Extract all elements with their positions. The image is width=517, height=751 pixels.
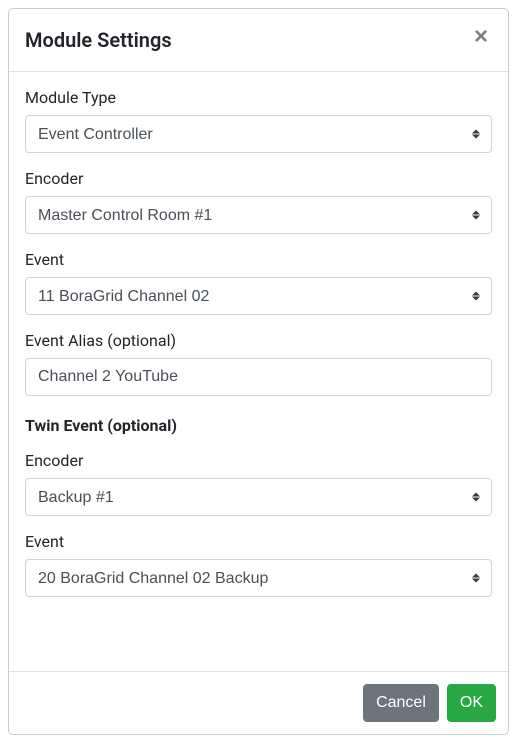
module-type-select[interactable]: Event Controller (25, 115, 492, 153)
cancel-button[interactable]: Cancel (363, 684, 439, 722)
twin-event-group: Event 20 BoraGrid Channel 02 Backup (25, 532, 492, 597)
event-alias-input[interactable] (25, 358, 492, 396)
event-group: Event 11 BoraGrid Channel 02 (25, 250, 492, 315)
modal-title: Module Settings (25, 25, 172, 55)
twin-event-title: Twin Event (optional) (25, 416, 492, 435)
encoder-label: Encoder (25, 169, 492, 188)
encoder-group: Encoder Master Control Room #1 (25, 169, 492, 234)
event-label: Event (25, 250, 492, 269)
modal-header: Module Settings × (9, 9, 508, 72)
module-type-label: Module Type (25, 88, 492, 107)
twin-event-select-wrapper: 20 BoraGrid Channel 02 Backup (25, 559, 492, 597)
encoder-select-wrapper: Master Control Room #1 (25, 196, 492, 234)
close-icon: × (474, 23, 488, 50)
event-select[interactable]: 11 BoraGrid Channel 02 (25, 277, 492, 315)
twin-event-label: Event (25, 532, 492, 551)
module-type-group: Module Type Event Controller (25, 88, 492, 153)
module-settings-modal: Module Settings × Module Type Event Cont… (8, 8, 509, 735)
encoder-select[interactable]: Master Control Room #1 (25, 196, 492, 234)
event-select-wrapper: 11 BoraGrid Channel 02 (25, 277, 492, 315)
twin-encoder-label: Encoder (25, 451, 492, 470)
module-type-select-wrapper: Event Controller (25, 115, 492, 153)
event-alias-group: Event Alias (optional) (25, 331, 492, 396)
twin-encoder-group: Encoder Backup #1 (25, 451, 492, 516)
twin-event-select[interactable]: 20 BoraGrid Channel 02 Backup (25, 559, 492, 597)
twin-encoder-select[interactable]: Backup #1 (25, 478, 492, 516)
ok-button[interactable]: OK (447, 684, 496, 722)
event-alias-label: Event Alias (optional) (25, 331, 492, 350)
modal-footer: Cancel OK (9, 671, 508, 734)
twin-encoder-select-wrapper: Backup #1 (25, 478, 492, 516)
modal-body: Module Type Event Controller Encoder Mas… (9, 72, 508, 671)
close-button[interactable]: × (470, 25, 492, 49)
